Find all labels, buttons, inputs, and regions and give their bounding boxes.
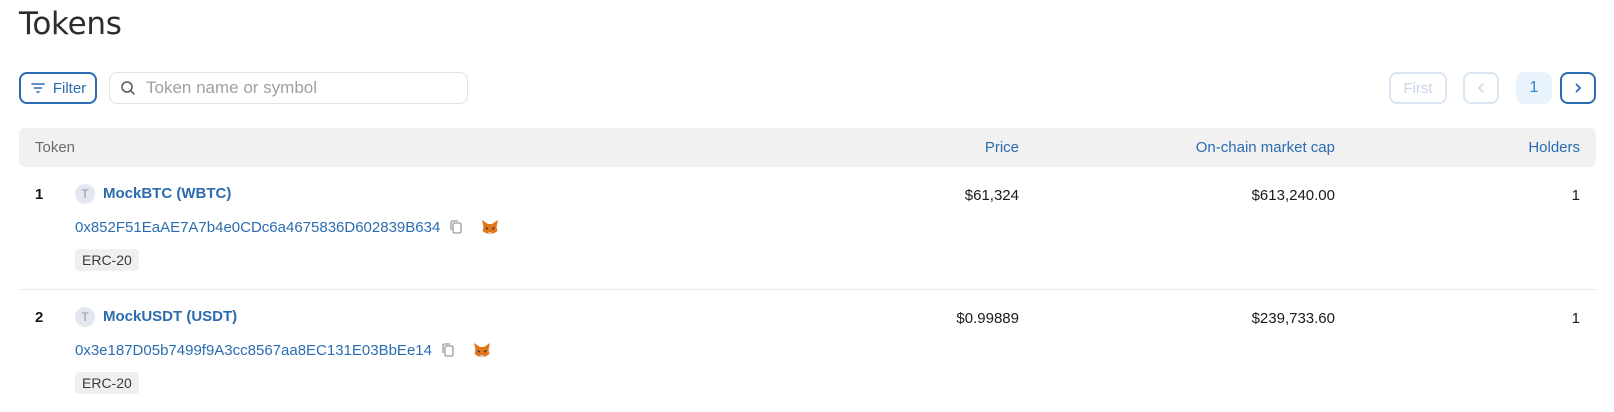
token-name-link[interactable]: MockUSDT (USDT) [103, 308, 237, 325]
copy-icon[interactable] [440, 342, 456, 358]
page-title: Tokens [19, 6, 122, 42]
search-input[interactable] [146, 78, 446, 98]
search-box[interactable] [109, 72, 468, 104]
table-row: 1 T MockBTC (WBTC) 0x852F51EaAE7A7b4e0CD… [19, 167, 1596, 290]
header-price[interactable]: Price [985, 139, 1019, 156]
header-market-cap[interactable]: On-chain market cap [1196, 139, 1335, 156]
token-type-badge: ERC-20 [75, 372, 139, 394]
metamask-fox-icon[interactable] [480, 217, 500, 237]
copy-icon[interactable] [448, 219, 464, 235]
token-address: 0x3e187D05b7499f9A3cc8567aa8EC131E03BbEe… [75, 340, 492, 360]
table-row: 2 T MockUSDT (USDT) 0x3e187D05b7499f9A3c… [19, 290, 1596, 412]
search-icon [121, 81, 135, 95]
token-type-badge: ERC-20 [75, 249, 139, 271]
row-index: 1 [35, 186, 44, 203]
table-header: Token Price On-chain market cap Holders [19, 128, 1596, 167]
filter-label: Filter [52, 79, 87, 97]
next-page-button[interactable] [1560, 72, 1596, 104]
filter-icon [31, 83, 45, 93]
token-icon: T [75, 184, 95, 204]
header-token: Token [35, 139, 76, 156]
holders-cell: 1 [1571, 187, 1580, 204]
token-address: 0x852F51EaAE7A7b4e0CDc6a4675836D602839B6… [75, 217, 500, 237]
metamask-fox-icon[interactable] [472, 340, 492, 360]
tokens-table: Token Price On-chain market cap Holders … [19, 128, 1596, 412]
filter-button[interactable]: Filter [19, 72, 97, 104]
token-address-link[interactable]: 0x3e187D05b7499f9A3cc8567aa8EC131E03BbEe… [75, 342, 432, 359]
first-page-button[interactable]: First [1389, 72, 1447, 104]
price-cell: $61,324 [964, 187, 1019, 204]
current-page[interactable]: 1 [1516, 72, 1552, 104]
market-cap-cell: $613,240.00 [1251, 187, 1335, 204]
token-address-link[interactable]: 0x852F51EaAE7A7b4e0CDc6a4675836D602839B6… [75, 219, 440, 236]
row-index: 2 [35, 309, 44, 326]
prev-page-button[interactable] [1463, 72, 1499, 104]
price-cell: $0.99889 [956, 310, 1019, 327]
token-name-link[interactable]: MockBTC (WBTC) [103, 185, 231, 202]
token-icon: T [75, 307, 95, 327]
chevron-right-icon [1575, 83, 1581, 93]
chevron-left-icon [1478, 83, 1484, 93]
header-holders[interactable]: Holders [1528, 139, 1580, 156]
toolbar: Filter First 1 [19, 72, 1596, 104]
holders-cell: 1 [1571, 310, 1580, 327]
market-cap-cell: $239,733.60 [1251, 310, 1335, 327]
